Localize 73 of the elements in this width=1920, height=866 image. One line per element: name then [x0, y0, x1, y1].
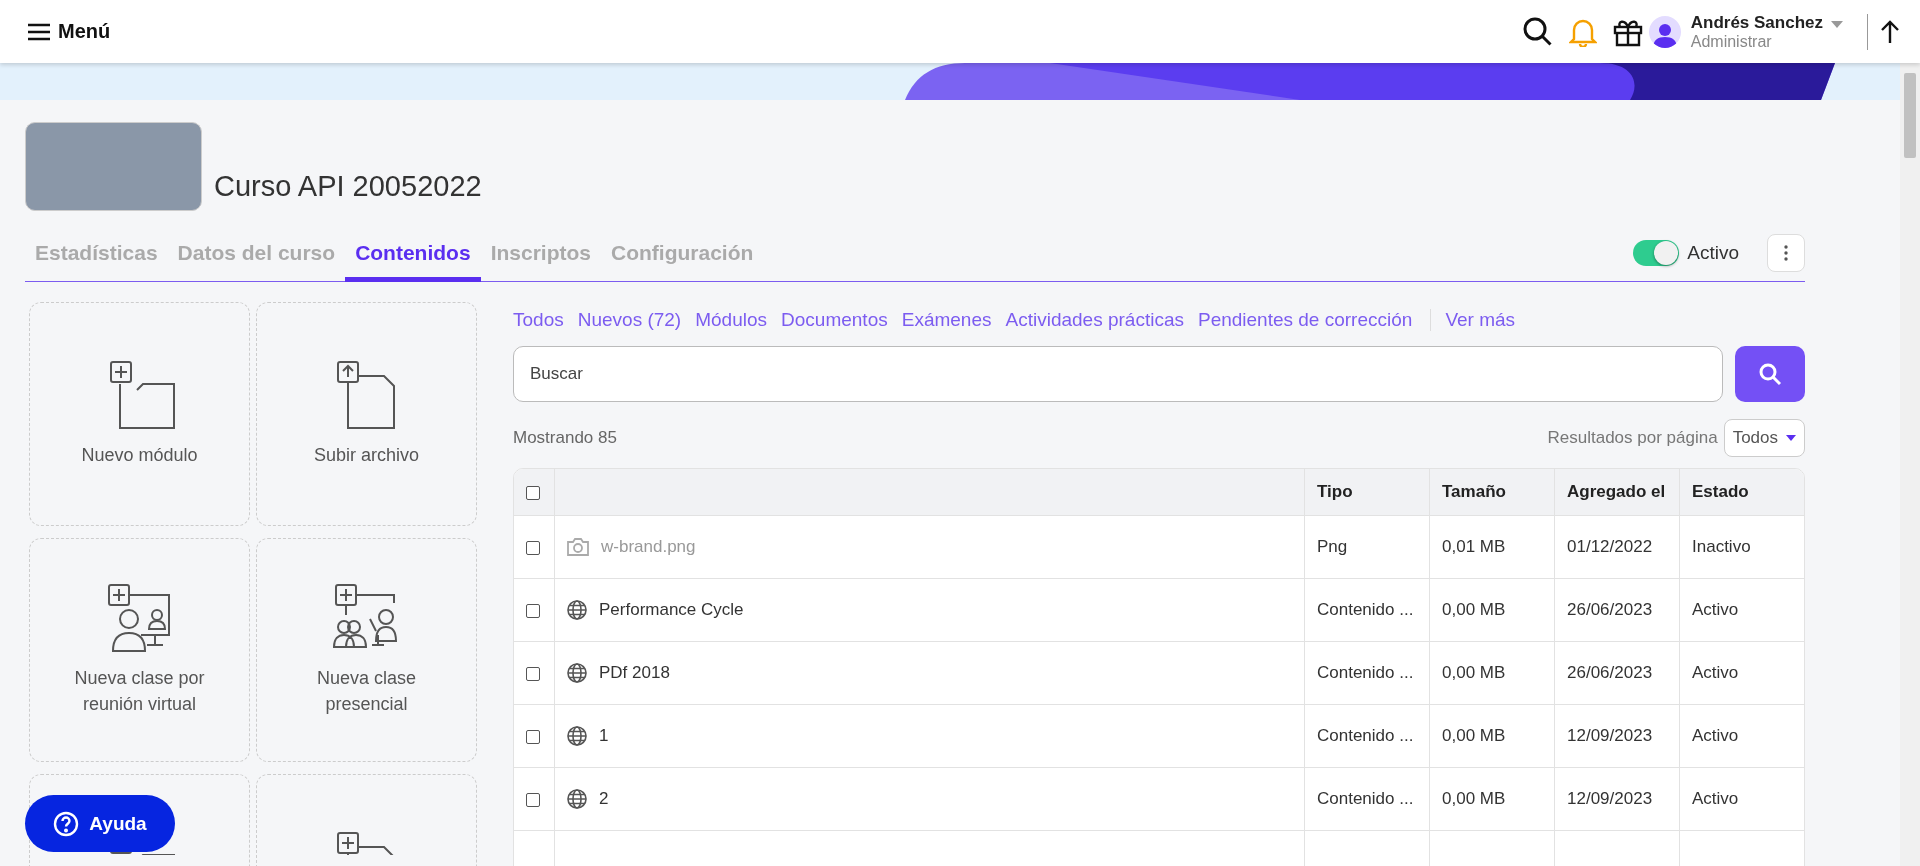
table-cell: 0,00 MB	[1442, 789, 1506, 808]
menu-icon[interactable]	[28, 22, 50, 41]
scrollbar[interactable]	[1900, 63, 1920, 866]
file-name[interactable]: Performance Cycle	[599, 600, 744, 620]
table-cell: 12/09/2023	[1567, 789, 1653, 808]
globe-icon	[567, 789, 587, 809]
caret-icon[interactable]	[1831, 20, 1843, 29]
course-title: Curso API 20052022	[214, 170, 482, 203]
filter-link[interactable]: Exámenes	[901, 309, 992, 331]
menu-button[interactable]: Menú	[28, 20, 111, 43]
row-checkbox[interactable]	[526, 603, 540, 618]
file-name[interactable]: 1	[599, 726, 609, 746]
select-all-checkbox[interactable]	[526, 485, 540, 500]
table-cell: 12/09/2023	[1567, 726, 1653, 745]
table-cell: 0,01 MB	[1442, 537, 1506, 556]
table-cell: Contenido ...	[1317, 726, 1414, 745]
table-cell: Inactivo	[1692, 537, 1751, 556]
help-icon[interactable]	[53, 810, 80, 837]
table-cell: Activo	[1692, 600, 1739, 619]
table-cell: Contenido ...	[1317, 600, 1414, 619]
per-page-select[interactable]: Todos	[1723, 419, 1805, 457]
row-checkbox[interactable]	[526, 666, 540, 681]
globe-icon	[567, 600, 587, 620]
tab[interactable]: Contenidos	[345, 241, 481, 282]
column-header: Estado	[1692, 482, 1749, 501]
globe-icon	[567, 726, 587, 746]
column-header: Tamaño	[1442, 482, 1506, 501]
row-checkbox[interactable]	[526, 540, 540, 555]
table-cell: Activo	[1692, 789, 1739, 808]
filter-link[interactable]: Pendientes de corrección	[1197, 309, 1413, 331]
filter-link[interactable]: Documentos	[781, 309, 888, 331]
table-cell: 0,00 MB	[1442, 600, 1506, 619]
globe-icon	[567, 663, 587, 683]
status-toggle[interactable]	[1633, 240, 1680, 266]
caret-icon[interactable]	[1786, 435, 1796, 441]
file-name[interactable]: PDf 2018	[599, 663, 670, 683]
user-name[interactable]: Andrés Sanchez	[1690, 12, 1823, 32]
column-header: Tipo	[1317, 482, 1353, 501]
table-cell: 0,00 MB	[1442, 663, 1506, 682]
help-button[interactable]: Ayuda	[25, 795, 175, 852]
table-cell: 0,00 MB	[1442, 726, 1506, 745]
search-icon[interactable]	[1522, 16, 1553, 47]
table-cell: 26/06/2023	[1567, 600, 1653, 619]
kebab-icon[interactable]	[1784, 245, 1788, 261]
user-role: Administrar	[1690, 31, 1773, 51]
more-link[interactable]: Ver más	[1445, 309, 1516, 331]
table-cell: 26/06/2023	[1567, 663, 1653, 682]
search-field[interactable]: Buscar	[513, 346, 1723, 402]
results-count: Mostrando 85	[513, 428, 617, 448]
table-cell: Activo	[1692, 726, 1739, 745]
per-page-label: Resultados por página	[1547, 428, 1718, 448]
table-cell: Png	[1317, 537, 1348, 556]
filter-link[interactable]: Módulos	[695, 309, 768, 331]
action-card[interactable]: Subir archivo	[256, 302, 477, 526]
table-cell: 01/12/2022	[1567, 537, 1653, 556]
table-cell: Activo	[1692, 663, 1739, 682]
avatar[interactable]	[1648, 15, 1681, 48]
table-cell: Contenido ...	[1317, 663, 1414, 682]
action-card[interactable]: Nueva clase presencial	[256, 538, 477, 762]
toggle-label: Activo	[1687, 242, 1739, 264]
filter-link[interactable]: Actividades prácticas	[1005, 309, 1184, 331]
table-cell: Contenido ...	[1317, 789, 1414, 808]
arrow-up-icon[interactable]	[1880, 19, 1900, 44]
row-checkbox[interactable]	[526, 729, 540, 744]
action-card[interactable]: Nuevo módulo	[29, 302, 250, 526]
search-button[interactable]	[1735, 346, 1805, 402]
action-card[interactable]: Nueva clase por reunión virtual	[29, 538, 250, 762]
row-checkbox[interactable]	[526, 792, 540, 807]
camera-icon	[567, 538, 589, 556]
filter-link[interactable]: Nuevos (72)	[577, 309, 682, 331]
filter-link[interactable]: Todos	[513, 309, 564, 331]
column-header: Agregado el	[1567, 482, 1666, 501]
file-name[interactable]: 2	[599, 789, 609, 809]
